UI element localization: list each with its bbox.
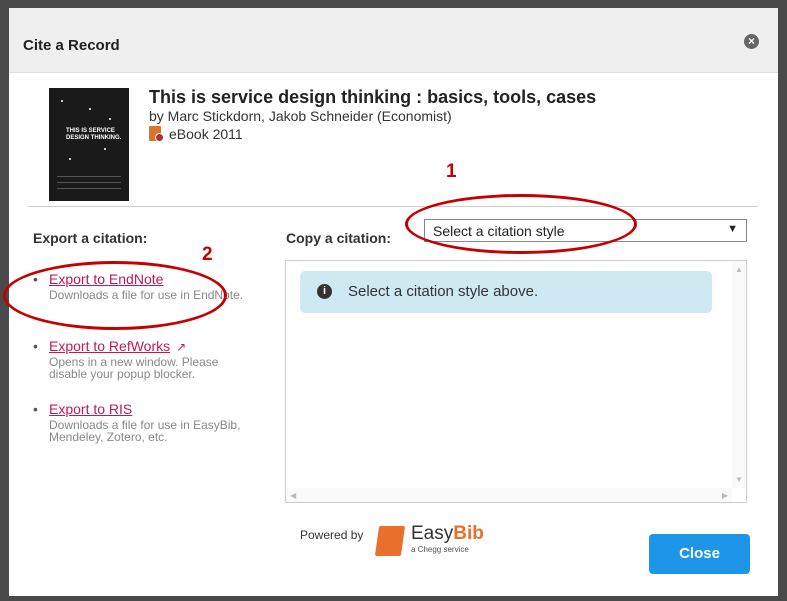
info-icon: i (317, 284, 332, 299)
cover-dot (104, 148, 106, 150)
cover-dot (61, 100, 63, 102)
record-authors: by Marc Stickdorn, Jakob Schneider (Econ… (149, 108, 452, 124)
cover-line (57, 176, 121, 177)
book-cover: THIS IS SERVICE DESIGN THINKING. (49, 88, 129, 201)
cite-dialog: Cite a Record × THIS IS SERVICE DESIGN T… (3, 8, 778, 596)
cover-dot (69, 158, 71, 160)
scroll-up-icon[interactable]: ▲ (735, 265, 743, 274)
export-refworks-desc: Opens in a new window. Please disable yo… (49, 355, 219, 381)
cover-line (57, 188, 121, 189)
chevron-down-icon: ▼ (727, 223, 738, 235)
brand-bib: Bib (453, 523, 484, 544)
easybib-brand: EasyBib (411, 523, 484, 545)
export-refworks-link[interactable]: Export to RefWorks ↗ (49, 338, 186, 354)
easybib-subtitle: a Chegg service (411, 545, 469, 554)
bullet: • (33, 338, 38, 354)
horizontal-scrollbar[interactable]: ◀ ▶ (286, 488, 732, 502)
info-alert: i Select a citation style above. (300, 271, 712, 313)
export-ris-desc: Downloads a file for use in EasyBib, Men… (49, 418, 241, 444)
vertical-scrollbar[interactable]: ▲ ▼ (732, 261, 746, 488)
divider (28, 206, 758, 207)
bullet: • (33, 401, 38, 417)
copy-heading: Copy a citation: (286, 230, 392, 246)
scroll-right-icon[interactable]: ▶ (722, 491, 728, 500)
record-format: eBook 2011 (169, 126, 243, 142)
cover-dot (109, 118, 111, 120)
close-icon[interactable]: × (744, 34, 759, 49)
easybib-logo-icon (374, 526, 406, 556)
scroll-left-icon[interactable]: ◀ (290, 491, 296, 500)
external-link-icon: ↗ (176, 340, 187, 354)
annotation-number-1: 1 (446, 161, 457, 182)
export-ris-link[interactable]: Export to RIS (49, 401, 132, 417)
ebook-icon (149, 126, 164, 142)
brand-easy: Easy (411, 523, 454, 544)
close-button[interactable]: Close (649, 534, 750, 574)
info-message: Select a citation style above. (348, 283, 539, 300)
export-heading: Export a citation: (33, 230, 148, 246)
export-refworks-label: Export to RefWorks (49, 338, 171, 354)
cover-dot (89, 108, 91, 110)
citation-output-box[interactable]: i Select a citation style above. ▲ ▼ ◀ ▶ (285, 260, 747, 503)
annotation-oval-endnote (3, 261, 227, 330)
annotation-number-2: 2 (202, 244, 213, 265)
scroll-down-icon[interactable]: ▼ (735, 475, 743, 484)
cover-title: THIS IS SERVICE DESIGN THINKING. (66, 128, 122, 141)
powered-by-label: Powered by (300, 528, 364, 542)
record-title: This is service design thinking : basics… (149, 87, 597, 107)
cover-line (57, 182, 121, 183)
annotation-oval-select (405, 194, 637, 254)
dialog-title: Cite a Record (23, 37, 120, 54)
dialog-header: Cite a Record × (9, 8, 778, 73)
